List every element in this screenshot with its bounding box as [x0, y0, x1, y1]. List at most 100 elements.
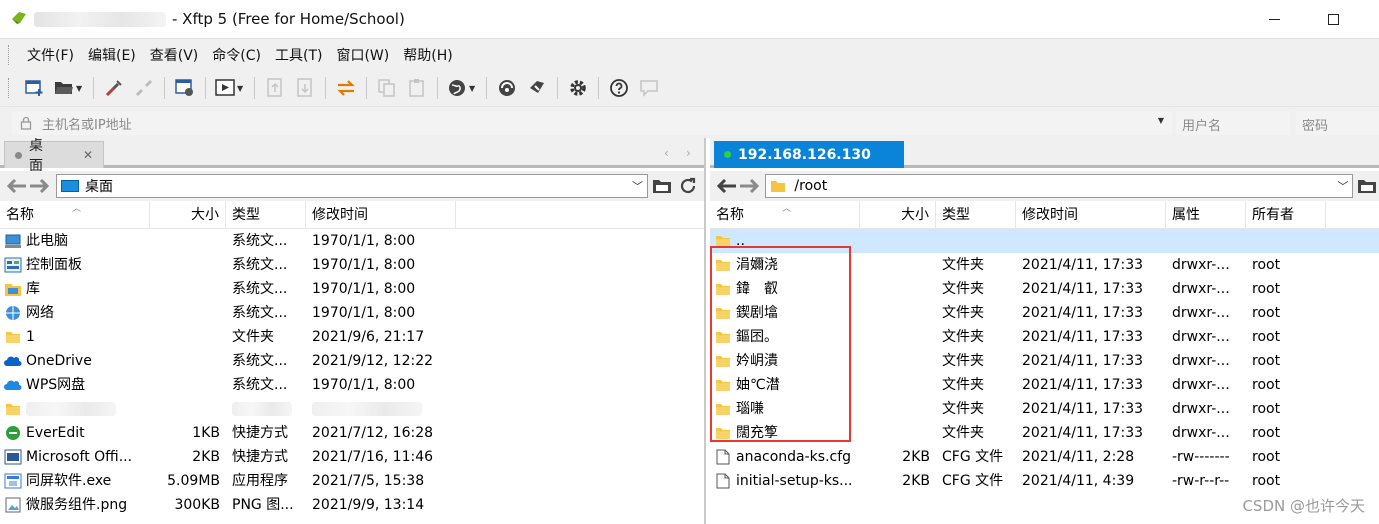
file-row[interactable]: 鍏 叡 文件夹 2021/4/11, 17:33 drwxr-... root	[710, 277, 1379, 301]
menu-tools[interactable]: 工具(T)	[268, 45, 329, 65]
library-icon	[4, 281, 22, 297]
download-button[interactable]	[292, 75, 318, 101]
disconnect-button[interactable]	[131, 75, 157, 101]
file-size	[860, 373, 936, 397]
col-type[interactable]: 类型	[936, 200, 1016, 229]
xftp-button[interactable]	[524, 75, 550, 101]
col-modified[interactable]: 修改时间	[1016, 200, 1166, 229]
file-row[interactable]: 鍥剧墖 文件夹 2021/4/11, 17:33 drwxr-... root	[710, 301, 1379, 325]
reconnect-button[interactable]	[101, 75, 127, 101]
help-button[interactable]	[606, 75, 632, 101]
file-row[interactable]: 鏂囨。 文件夹 2021/4/11, 17:33 drwxr-... root	[710, 325, 1379, 349]
menu-view[interactable]: 查看(V)	[143, 45, 206, 65]
file-row[interactable]: 库 系统文... 1970/1/1, 8:00	[0, 277, 704, 301]
file-modified: 2021/4/11, 17:33	[1022, 401, 1144, 417]
file-row[interactable]: 控制面板 系统文... 1970/1/1, 8:00	[0, 253, 704, 277]
open-folder-icon	[55, 82, 73, 94]
tab-remote-host[interactable]: 192.168.126.130	[714, 141, 904, 168]
file-row[interactable]: 此电脑 系统文... 1970/1/1, 8:00	[0, 229, 704, 253]
file-owner: root	[1252, 449, 1281, 465]
host-dropdown-icon[interactable]: ▼	[1158, 116, 1164, 125]
local-path-input[interactable]: 桌面 ﹀	[56, 174, 648, 198]
menu-edit[interactable]: 编辑(E)	[81, 45, 143, 65]
chevron-down-icon[interactable]: ﹀	[632, 178, 643, 194]
file-row[interactable]: 瑙嗛 文件夹 2021/4/11, 17:33 drwxr-... root	[710, 397, 1379, 421]
maximize-button[interactable]	[1313, 6, 1353, 32]
file-modified	[306, 397, 456, 421]
back-arrow-icon	[7, 179, 26, 193]
open-session-button[interactable]: ▼	[52, 75, 86, 101]
file-name-cell: 控制面板	[0, 253, 150, 277]
options-button[interactable]	[565, 75, 591, 101]
file-name-cell: 瑙嗛	[710, 397, 860, 421]
file-modified: 2021/7/16, 11:46	[312, 449, 434, 465]
transfer-button[interactable]: ▼	[213, 75, 247, 101]
close-icon[interactable]: ✕	[83, 148, 93, 162]
message-button[interactable]	[636, 75, 662, 101]
col-modified[interactable]: 修改时间	[306, 200, 456, 229]
menu-help[interactable]: 帮助(H)	[396, 45, 459, 65]
sync-button[interactable]	[333, 75, 359, 101]
file-row[interactable]: anaconda-ks.cfg 2KB CFG 文件 2021/4/11, 2:28 -…	[710, 445, 1379, 469]
menu-command[interactable]: 命令(C)	[205, 45, 268, 65]
remote-path-input[interactable]: /root ﹀	[765, 174, 1354, 198]
file-row[interactable]: EverEdit 1KB 快捷方式 2021/7/12, 16:28	[0, 421, 704, 445]
xshell-button[interactable]	[494, 75, 520, 101]
file-row[interactable]: 1 文件夹 2021/9/6, 21:17	[0, 325, 704, 349]
file-row[interactable]: 同屏软件.exe 5.09MB 应用程序 2021/7/5, 15:38	[0, 469, 704, 493]
file-name: 涓嬭浇	[736, 257, 778, 273]
file-row[interactable]	[0, 397, 704, 421]
tab-scroll-right-icon[interactable]: ›	[686, 146, 691, 160]
file-row[interactable]: OneDrive 系统文... 2021/9/12, 12:22	[0, 349, 704, 373]
username-input[interactable]: 用户名	[1176, 111, 1290, 135]
file-row[interactable]: ..	[710, 229, 1379, 253]
file-size	[860, 277, 936, 301]
col-size[interactable]: 大小	[860, 200, 936, 229]
window-title: - Xftp 5 (Free for Home/School)	[172, 10, 405, 28]
onedrive-icon	[4, 353, 22, 369]
file-row[interactable]: 网络 系统文... 1970/1/1, 8:00	[0, 301, 704, 325]
col-attributes[interactable]: 属性	[1166, 200, 1246, 229]
open-folder-button[interactable]	[650, 175, 674, 197]
forward-button[interactable]	[28, 175, 50, 197]
paste-button[interactable]	[404, 75, 430, 101]
control-panel-icon	[4, 257, 22, 273]
properties-button[interactable]	[172, 75, 198, 101]
menu-file[interactable]: 文件(F)	[20, 45, 81, 65]
back-button[interactable]	[6, 175, 28, 197]
file-modified: 2021/4/11, 2:28	[1022, 449, 1135, 465]
toolbar-separator	[486, 77, 487, 99]
encoding-button[interactable]: ▼	[445, 75, 479, 101]
file-row[interactable]: Microsoft Offi... 2KB 快捷方式 2021/7/16, 11:46	[0, 445, 704, 469]
new-session-button[interactable]	[22, 75, 48, 101]
col-type[interactable]: 类型	[226, 200, 306, 229]
file-row[interactable]: WPS网盘 系统文... 1970/1/1, 8:00	[0, 373, 704, 397]
file-type: 系统文...	[232, 377, 288, 393]
file-type: 文件夹	[942, 401, 984, 417]
folder-icon	[4, 329, 22, 345]
file-row[interactable]: initial-setup-ks... 2KB CFG 文件 2021/4/11, 4…	[710, 469, 1379, 493]
host-input[interactable]: 主机名或IP地址 ▼	[12, 111, 1172, 135]
minimize-button[interactable]	[1254, 6, 1294, 32]
password-input[interactable]: 密码	[1296, 111, 1379, 135]
menu-window[interactable]: 窗口(W)	[329, 45, 396, 65]
tab-desktop[interactable]: 桌面 ✕	[4, 138, 104, 174]
open-folder-button[interactable]	[1355, 175, 1379, 197]
copy-button[interactable]	[374, 75, 400, 101]
refresh-button[interactable]	[676, 175, 700, 197]
file-row[interactable]: 妯℃澘 文件夹 2021/4/11, 17:33 drwxr-... root	[710, 373, 1379, 397]
file-row[interactable]: 闊充箰 文件夹 2021/4/11, 17:33 drwxr-... root	[710, 421, 1379, 445]
upload-button[interactable]	[262, 75, 288, 101]
file-row[interactable]: 涓嬭浇 文件夹 2021/4/11, 17:33 drwxr-... root	[710, 253, 1379, 277]
download-doc-icon	[297, 78, 312, 97]
forward-button[interactable]	[738, 175, 760, 197]
col-size[interactable]: 大小	[150, 200, 226, 229]
file-attributes: -rw-r--r--	[1172, 473, 1230, 489]
tab-scroll-left-icon[interactable]: ‹	[664, 146, 669, 160]
remote-navbar: /root ﹀	[710, 171, 1379, 201]
col-owner[interactable]: 所有者	[1246, 200, 1326, 229]
file-row[interactable]: 妗岄潰 文件夹 2021/4/11, 17:33 drwxr-... root	[710, 349, 1379, 373]
back-button[interactable]	[716, 175, 738, 197]
file-row[interactable]: 微服务组件.png 300KB PNG 图... 2021/9/9, 13:14	[0, 493, 704, 517]
chevron-down-icon[interactable]: ﹀	[1337, 178, 1348, 194]
